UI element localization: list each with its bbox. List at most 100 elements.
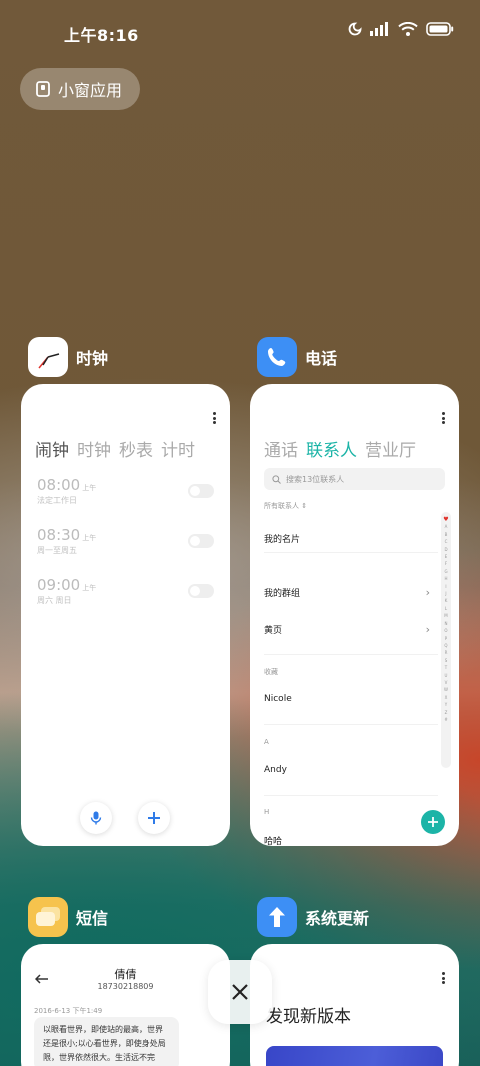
- alarm-toggle[interactable]: [188, 534, 214, 548]
- index-letter: J: [445, 591, 447, 597]
- add-alarm-button[interactable]: [138, 802, 170, 834]
- tab-calls[interactable]: 通话: [264, 436, 298, 461]
- small-window-apps-button[interactable]: 小窗应用: [20, 68, 140, 110]
- clear-all-button[interactable]: [208, 960, 272, 1024]
- do-not-disturb-icon: [348, 22, 362, 36]
- tab-service-hall[interactable]: 营业厅: [365, 436, 416, 461]
- update-app-name: 系统更新: [305, 909, 370, 928]
- voice-alarm-button[interactable]: [80, 802, 112, 834]
- alarm-ampm: 上午: [82, 584, 97, 592]
- index-letter: C: [444, 539, 448, 545]
- index-letter: O: [444, 628, 448, 634]
- battery-icon: [426, 22, 454, 36]
- chevron-right-icon: ›: [425, 586, 430, 599]
- tab-timer[interactable]: 计时: [161, 436, 195, 461]
- sort-toggle-icon: ⇕: [301, 502, 308, 510]
- tab-contacts[interactable]: 联系人: [306, 436, 357, 461]
- sms-app-card[interactable]: 倩倩 18730218809 2016-6-13 下午1:49 以眼看世界，即使…: [21, 944, 230, 1066]
- divider: [264, 724, 438, 725]
- index-letter: R: [444, 650, 448, 656]
- contact-item[interactable]: 哈哈: [264, 834, 430, 846]
- index-letter: V: [444, 679, 448, 685]
- my-card-item[interactable]: 我的名片: [264, 532, 430, 545]
- alarm-time: 08:00: [37, 476, 81, 494]
- update-app-header[interactable]: 系统更新: [257, 897, 369, 937]
- phone-app-icon: [257, 337, 297, 377]
- phone-app-header[interactable]: 电话: [257, 337, 337, 377]
- contact-filter-label: 所有联系人: [264, 502, 299, 510]
- my-groups-label: 我的群组: [264, 589, 301, 599]
- conversation-contact-name: 倩倩: [114, 968, 137, 981]
- status-icons: [348, 22, 454, 36]
- clock-tabs: 闹钟 时钟 秒表 计时: [35, 436, 195, 461]
- phone-tabs: 通话 联系人 营业厅: [264, 436, 416, 461]
- search-icon: [272, 474, 281, 484]
- update-banner: [266, 1046, 443, 1066]
- index-letter: I: [445, 583, 447, 589]
- alarm-time: 08:30: [37, 526, 81, 544]
- sms-app-icon: [28, 897, 68, 937]
- plus-icon: [428, 817, 438, 827]
- add-contact-button[interactable]: [421, 810, 445, 834]
- update-app-card[interactable]: 发现新版本: [250, 944, 459, 1066]
- favorites-heart-icon: ♥: [443, 516, 449, 523]
- alarm-ampm: 上午: [82, 534, 97, 542]
- index-letter: F: [444, 561, 448, 567]
- alphabet-index-scrollbar[interactable]: ♥ A B C D E F G H I J K L M N O P Q R S …: [441, 512, 451, 768]
- my-groups-item[interactable]: 我的群组 ›: [264, 586, 430, 599]
- index-letter: D: [444, 546, 448, 552]
- search-placeholder: 搜索13位联系人: [286, 474, 345, 484]
- more-menu-icon[interactable]: [441, 412, 445, 424]
- divider: [264, 654, 438, 655]
- tab-clock[interactable]: 时钟: [77, 436, 111, 461]
- sms-app-header[interactable]: 短信: [28, 897, 108, 937]
- index-letter: M: [444, 613, 448, 619]
- phone-app-card[interactable]: 通话 联系人 营业厅 搜索13位联系人 所有联系人 ⇕ 我的名片 我的群组 › 黄…: [250, 384, 459, 846]
- clock-app-name: 时钟: [76, 349, 109, 368]
- index-letter: G: [444, 568, 448, 574]
- status-bar: 上午8:16: [0, 0, 480, 64]
- contact-search-input[interactable]: 搜索13位联系人: [264, 468, 445, 490]
- chevron-right-icon: ›: [425, 623, 430, 636]
- index-letter: Y: [444, 702, 448, 708]
- small-window-icon: [36, 81, 50, 97]
- index-letter: S: [444, 657, 448, 663]
- signal-icon: [370, 22, 388, 36]
- contact-item[interactable]: Andy: [264, 765, 430, 775]
- tab-alarm[interactable]: 闹钟: [35, 436, 69, 461]
- index-letter: X: [444, 694, 448, 700]
- index-letter: L: [444, 605, 448, 611]
- index-letter: N: [444, 620, 448, 626]
- clock-app-header[interactable]: 时钟: [28, 337, 108, 377]
- contact-item[interactable]: Nicole: [264, 694, 430, 704]
- index-letter: U: [444, 672, 448, 678]
- yellow-pages-item[interactable]: 黄页 ›: [264, 623, 430, 636]
- new-version-title: 发现新版本: [266, 1007, 351, 1027]
- index-letter: A: [444, 524, 448, 530]
- update-app-icon: [257, 897, 297, 937]
- alarm-time: 09:00: [37, 576, 81, 594]
- alarm-ampm: 上午: [82, 484, 97, 492]
- phone-app-name: 电话: [305, 349, 338, 368]
- clock-app-icon: [28, 337, 68, 377]
- favorites-section-label: 收藏: [264, 668, 278, 676]
- yellow-pages-label: 黄页: [264, 626, 283, 636]
- message-bubble: 以眼看世界，即使站的最高，世界还是很小;以心看世界，即使身处局限，世界依然很大。…: [34, 1017, 179, 1066]
- alarm-toggle[interactable]: [188, 584, 214, 598]
- alarm-toggle[interactable]: [188, 484, 214, 498]
- index-letter: #: [444, 716, 448, 722]
- index-letter: E: [444, 554, 448, 560]
- index-letter: B: [444, 531, 448, 537]
- divider: [264, 795, 438, 796]
- wifi-icon: [398, 22, 418, 36]
- section-header-h: H: [264, 808, 270, 816]
- index-letter: T: [444, 665, 448, 671]
- clock-app-card[interactable]: 闹钟 时钟 秒表 计时 08:00 上午 法定工作日 08:30 上午 周一至周五 …: [21, 384, 230, 846]
- more-menu-icon[interactable]: [441, 972, 445, 984]
- index-letter: P: [444, 635, 448, 641]
- status-time: 上午8:16: [64, 26, 139, 45]
- tab-stopwatch[interactable]: 秒表: [119, 436, 153, 461]
- more-menu-icon[interactable]: [212, 412, 216, 424]
- conversation-contact-number: 18730218809: [97, 982, 154, 991]
- contact-filter-dropdown[interactable]: 所有联系人 ⇕: [264, 501, 307, 511]
